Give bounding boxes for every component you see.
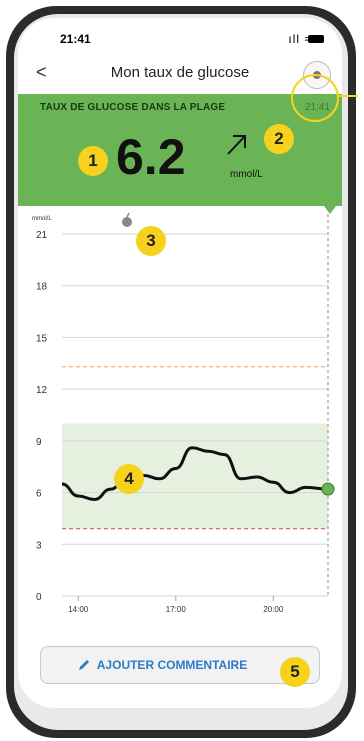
y-axis-unit: mmol/L (32, 216, 52, 222)
y-tick-label: 9 (36, 437, 42, 448)
callout-1: 1 (78, 146, 108, 176)
callout-2: 2 (264, 124, 294, 154)
x-tick-label: 14:00 (68, 605, 89, 614)
glucose-banner: TAUX DE GLUCOSE DANS LA PLAGE 21:41 6.2 … (18, 94, 342, 206)
trend-arrow-icon (227, 135, 246, 155)
sensor-callout-line (338, 95, 358, 97)
add-comment-content: AJOUTER COMMENTAIRE (77, 658, 247, 672)
current-reading-point (321, 482, 335, 496)
apple-stem (126, 212, 130, 218)
chart-canvas: 21 18 15 12 9 6 3 0 14:00 17:00 20:00 (36, 208, 335, 614)
y-tick-label: 6 (36, 489, 42, 500)
status-time: 21:41 (60, 32, 91, 46)
y-tick-label: 15 (36, 333, 48, 344)
glucose-chart[interactable]: mmol/L 21 18 15 12 9 6 3 0 14:00 17:00 20:00 (18, 208, 342, 650)
sensor-highlight-ring (291, 74, 339, 122)
y-tick-label: 21 (36, 230, 48, 241)
y-tick-label: 0 (36, 592, 42, 603)
glucose-unit: mmol/L (230, 169, 263, 180)
pencil-icon (78, 660, 89, 670)
battery-icon (308, 35, 324, 43)
x-tick-label: 20:00 (263, 605, 284, 614)
add-comment-button[interactable]: AJOUTER COMMENTAIRE (40, 646, 320, 684)
target-range-band (62, 423, 328, 529)
y-tick-label: 12 (36, 385, 48, 396)
y-tick-label: 3 (36, 540, 42, 551)
callout-4: 4 (114, 464, 144, 494)
callout-5: 5 (280, 657, 310, 687)
page-title: Mon taux de glucose (110, 64, 250, 81)
apple-icon (122, 217, 133, 227)
add-comment-label: AJOUTER COMMENTAIRE (96, 658, 248, 672)
range-status-label: TAUX DE GLUCOSE DANS LA PLAGE (40, 102, 226, 113)
callout-3: 3 (136, 226, 166, 256)
app-screen: 21:41 ıll ≈ < Mon taux de glucose TAUX D… (18, 18, 342, 708)
x-tick-label: 17:00 (166, 605, 187, 614)
status-bar: 21:41 ıll ≈ (18, 18, 342, 56)
y-tick-label: 18 (36, 282, 48, 293)
glucose-value: 6.2 (116, 129, 186, 185)
